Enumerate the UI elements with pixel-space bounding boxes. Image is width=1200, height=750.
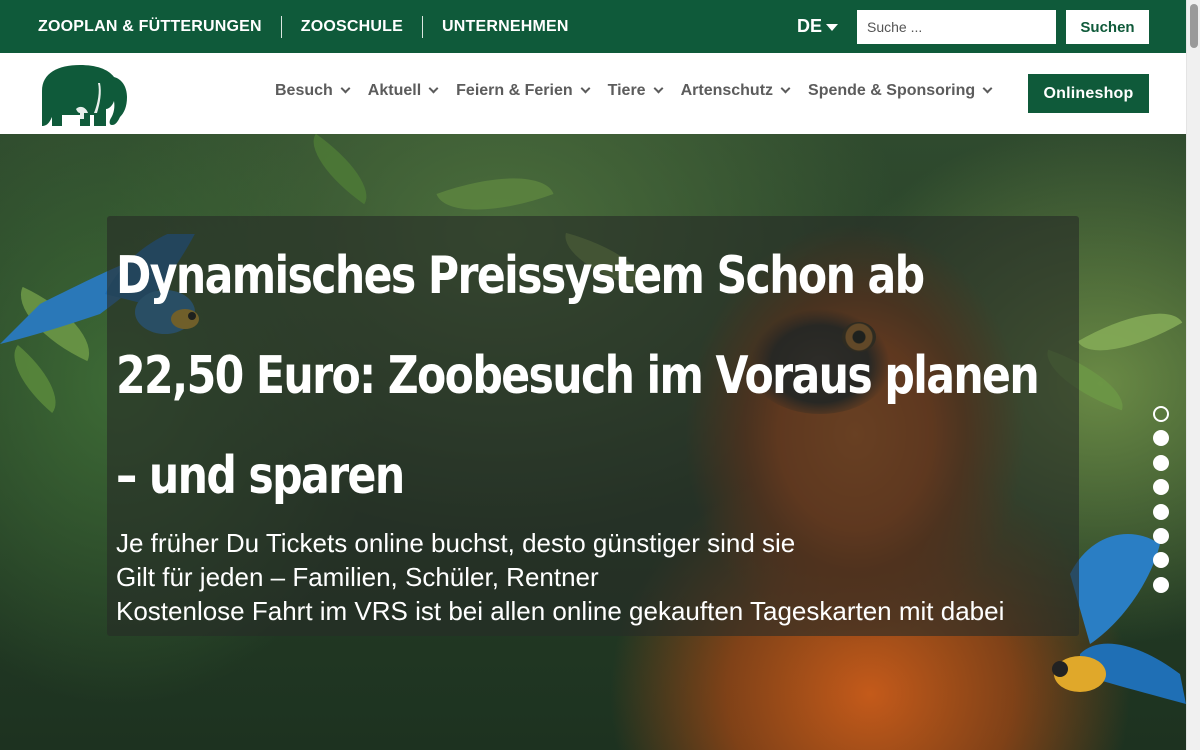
main-header: Besuch Aktuell Feiern & Ferien Tiere Art… <box>0 53 1186 134</box>
slide-dot[interactable] <box>1153 503 1169 520</box>
leaf-decoration <box>0 345 72 413</box>
page-scrollbar[interactable] <box>1186 0 1200 750</box>
nav-item-label: Besuch <box>275 82 333 99</box>
nav-item-label: Artenschutz <box>680 82 774 99</box>
slide-dot[interactable] <box>1153 454 1169 471</box>
chevron-down-icon <box>340 83 351 94</box>
slide-dot-active[interactable] <box>1153 406 1169 422</box>
leaf-decoration <box>298 134 382 205</box>
nav-item-tiere[interactable]: Tiere <box>607 82 664 100</box>
nav-item-label: Aktuell <box>367 82 422 99</box>
hero-title-text: Dynamisches Preissystem Schon ab 22,50 E… <box>116 246 1040 506</box>
chevron-down-icon <box>580 83 591 94</box>
main-nav: Besuch Aktuell Feiern & Ferien Tiere Art… <box>275 82 1010 100</box>
nav-item-besuch[interactable]: Besuch <box>275 82 351 100</box>
slide-indicators <box>1153 406 1169 601</box>
search-input[interactable] <box>857 10 1056 44</box>
scrollbar-thumb[interactable] <box>1190 4 1198 48</box>
onlineshop-button[interactable]: Onlineshop <box>1028 74 1149 113</box>
top-bar: ZOOPLAN & FÜTTERUNGEN ZOOSCHULE UNTERNEH… <box>0 0 1186 53</box>
slide-dot[interactable] <box>1153 527 1169 544</box>
chevron-down-icon <box>653 83 664 94</box>
nav-item-feiern-ferien[interactable]: Feiern & Ferien <box>456 82 591 100</box>
nav-item-artenschutz[interactable]: Artenschutz <box>680 82 791 100</box>
nav-item-spende-sponsoring[interactable]: Spende & Sponsoring <box>808 82 993 100</box>
slide-dot[interactable] <box>1153 552 1169 569</box>
leaf-decoration <box>1077 291 1183 373</box>
hero-bullets: Je früher Du Tickets online buchst, dest… <box>116 526 1004 628</box>
slide-dot[interactable] <box>1153 479 1169 496</box>
chevron-down-icon <box>780 83 791 94</box>
hero-line: Gilt für jeden – Familien, Schüler, Rent… <box>116 562 599 592</box>
top-link-zooplan[interactable]: ZOOPLAN & FÜTTERUNGEN <box>38 16 281 38</box>
hero-title: Dynamisches Preissystem Schon ab 22,50 E… <box>116 226 1051 526</box>
slide-dot[interactable] <box>1153 576 1169 593</box>
nav-item-label: Tiere <box>607 82 646 99</box>
chevron-down-icon <box>982 83 993 94</box>
nav-item-label: Spende & Sponsoring <box>808 82 976 99</box>
search-button[interactable]: Suchen <box>1066 10 1149 44</box>
language-label: DE <box>797 16 823 36</box>
language-selector[interactable]: DE <box>797 16 839 37</box>
top-links: ZOOPLAN & FÜTTERUNGEN ZOOSCHULE UNTERNEH… <box>38 15 588 38</box>
elephant-logo[interactable] <box>36 63 128 126</box>
top-link-zooschule[interactable]: ZOOSCHULE <box>280 15 422 38</box>
top-link-unternehmen[interactable]: UNTERNEHMEN <box>422 15 588 38</box>
chevron-down-icon <box>428 83 439 94</box>
caret-down-icon <box>826 24 839 31</box>
hero-line: Je früher Du Tickets online buchst, dest… <box>116 528 796 558</box>
nav-item-aktuell[interactable]: Aktuell <box>367 82 439 100</box>
nav-item-label: Feiern & Ferien <box>456 82 573 99</box>
slide-dot[interactable] <box>1153 430 1169 447</box>
hero-line: Kostenlose Fahrt im VRS ist bei allen on… <box>116 596 1005 626</box>
